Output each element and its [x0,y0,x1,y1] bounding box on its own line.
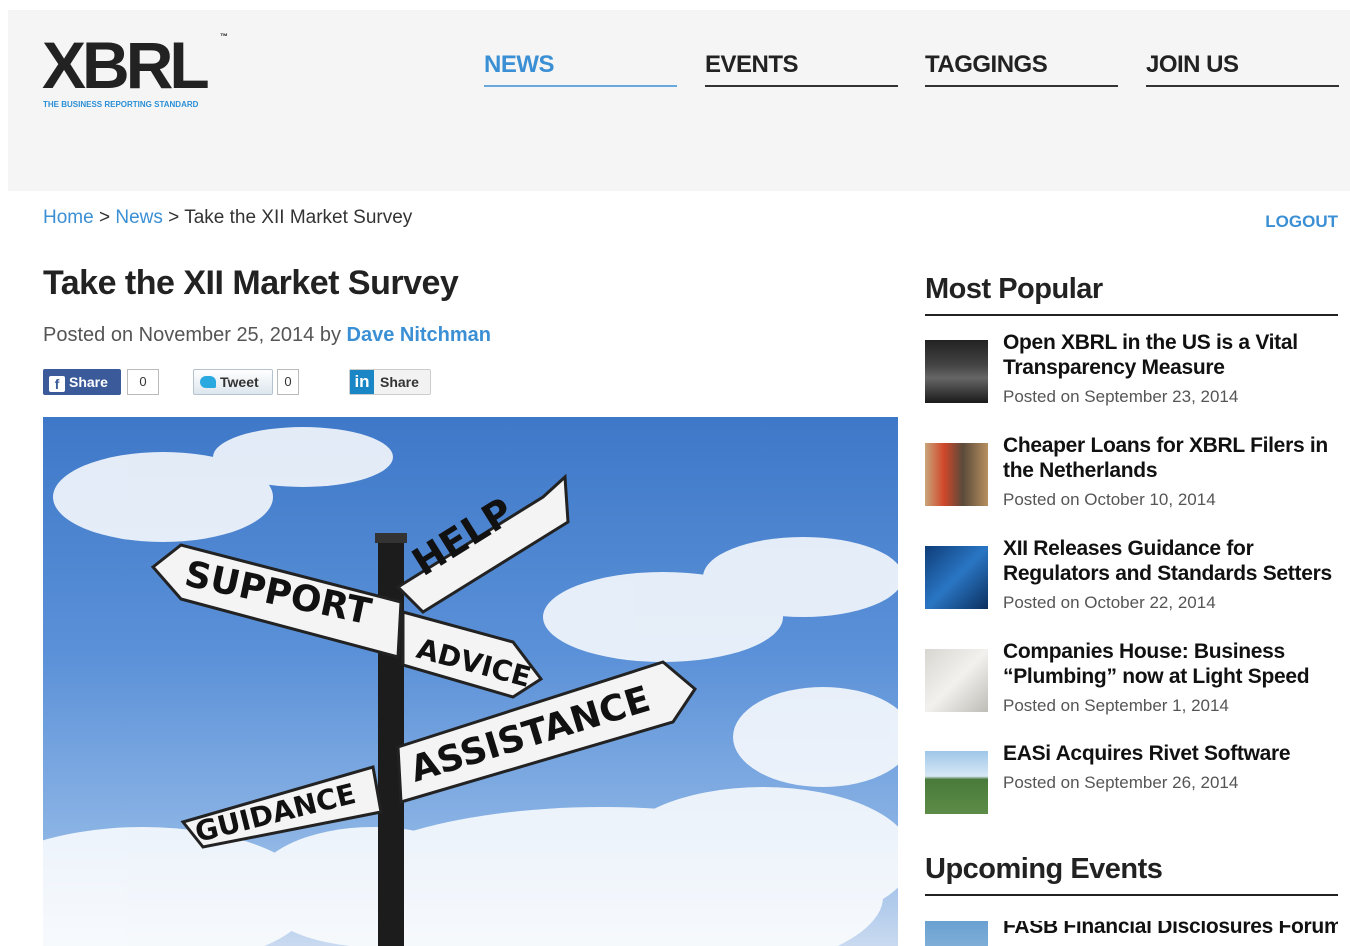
logo-tagline: THE BUSINESS REPORTING STANDARD [43,100,199,109]
tweet-button[interactable]: Tweet [193,369,273,395]
event-thumbnail [925,921,988,946]
popular-item[interactable]: Cheaper Loans for XBRL Filers in the Net… [925,434,1338,533]
hero-image-signpost: HELP SUPPORT ADVICE ASSISTANCE GUIDANCE [43,417,898,946]
popular-item-title: XII Releases Guidance for Regulators and… [1003,537,1332,585]
nav-join-us[interactable]: JOIN US [1146,50,1339,87]
popular-item-title: Open XBRL in the US is a Vital Transpare… [1003,331,1298,379]
nav-taggings[interactable]: TAGGINGS [925,50,1118,87]
post-date: Posted on November 25, 2014 by [43,324,341,346]
popular-thumbnail [925,340,988,403]
breadcrumb-separator: > [98,207,111,228]
popular-item-title: EASi Acquires Rivet Software [1003,742,1291,765]
popular-item-title: Companies House: Business “Plumbing” now… [1003,640,1310,688]
signpost-illustration: HELP SUPPORT ADVICE ASSISTANCE GUIDANCE [43,427,898,946]
popular-item-title: Cheaper Loans for XBRL Filers in the Net… [1003,434,1328,482]
breadcrumb-separator: > [168,207,180,228]
popular-item-date: Posted on September 26, 2014 [1003,773,1239,792]
post-title: Take the XII Market Survey [43,264,459,302]
popular-item[interactable]: Open XBRL in the US is a Vital Transpare… [925,331,1338,430]
popular-item[interactable]: XII Releases Guidance for Regulators and… [925,537,1338,636]
event-item-title: FASB Financial Disclosures Forum [1003,921,1338,938]
tweet-label: Tweet [220,374,259,390]
linkedin-share-label: Share [380,374,419,390]
popular-thumbnail [925,649,988,712]
nav-news[interactable]: NEWS [484,50,677,87]
linkedin-share-button[interactable]: in Share [349,369,431,395]
upcoming-events-heading: Upcoming Events [925,853,1338,896]
popular-thumbnail [925,546,988,609]
logo-trademark: ™ [220,32,228,41]
breadcrumb-current: Take the XII Market Survey [184,207,413,228]
popular-item-date: Posted on October 22, 2014 [1003,593,1216,612]
post-meta: Posted on November 25, 2014 by Dave Nitc… [43,324,491,347]
event-item[interactable]: FASB Financial Disclosures Forum [925,921,1338,946]
logo-wordmark: XBRL [42,28,210,102]
popular-item-date: Posted on September 23, 2014 [1003,387,1239,406]
site-header: XBRL ™ THE BUSINESS REPORTING STANDARD N… [8,10,1350,191]
facebook-share-label: Share [69,374,108,390]
popular-thumbnail [925,751,988,814]
facebook-icon: f [49,376,65,392]
post-author-link[interactable]: Dave Nitchman [347,324,492,346]
logout-link[interactable]: LOGOUT [1265,212,1338,232]
breadcrumb-home[interactable]: Home [43,207,94,228]
most-popular-heading: Most Popular [925,273,1338,316]
popular-thumbnail [925,443,988,506]
breadcrumb-news[interactable]: News [115,207,163,228]
twitter-bird-icon [200,376,216,388]
popular-item[interactable]: EASi Acquires Rivet Software Posted on S… [925,742,1338,841]
popular-item-date: Posted on September 1, 2014 [1003,696,1229,715]
popular-item[interactable]: Companies House: Business “Plumbing” now… [925,640,1338,739]
nav-events[interactable]: EVENTS [705,50,898,87]
xbrl-logo[interactable]: XBRL ™ THE BUSINESS REPORTING STANDARD [42,32,242,112]
linkedin-icon: in [350,370,374,394]
tweet-count: 0 [277,369,299,395]
breadcrumb: Home > News > Take the XII Market Survey [43,207,412,229]
facebook-share-button[interactable]: f Share [43,369,121,395]
facebook-share-count: 0 [127,369,159,395]
popular-item-date: Posted on October 10, 2014 [1003,490,1216,509]
